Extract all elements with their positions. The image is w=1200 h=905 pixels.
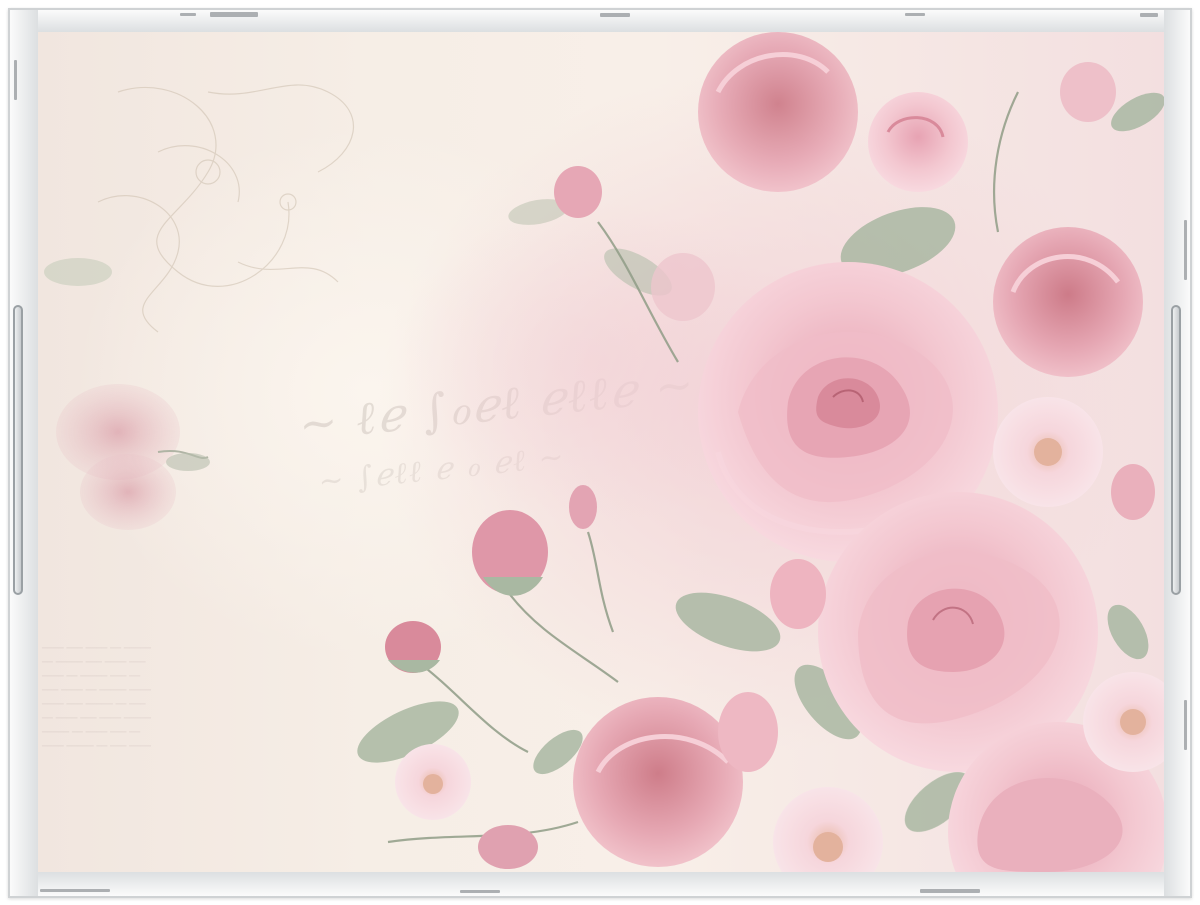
tray-handle-right bbox=[1171, 305, 1181, 595]
rose-bud bbox=[569, 485, 597, 529]
worn-paint-speck bbox=[1184, 220, 1187, 280]
blossom-flower bbox=[395, 744, 471, 820]
rose-bud bbox=[651, 253, 715, 321]
tray-handle-left bbox=[13, 305, 23, 595]
faded-rose-left bbox=[44, 258, 210, 530]
rose-bud bbox=[385, 621, 441, 673]
pink-flower-right bbox=[993, 227, 1143, 377]
worn-paint-speck bbox=[210, 12, 258, 17]
tray-rim-bottom bbox=[10, 872, 1190, 896]
worn-paint-speck bbox=[460, 890, 500, 893]
blossom-flower bbox=[993, 397, 1103, 507]
rose-bud bbox=[770, 559, 826, 629]
worn-paint-speck bbox=[40, 889, 110, 892]
rose-bud bbox=[478, 825, 538, 869]
pink-flower-top bbox=[698, 32, 858, 192]
rose-top-right bbox=[868, 92, 968, 192]
ornamental-swirl bbox=[97, 84, 355, 333]
blossom-flower bbox=[773, 787, 883, 872]
rose-bud bbox=[1060, 62, 1116, 122]
floral-print-surface: ~ ℓℯ ∫ℴℯℓ ℯℓℓℯ ~ ~ ∫ℯℓℓ ℯ ℴ ℯℓ ~ ──── ──… bbox=[38, 32, 1164, 872]
rose-bud bbox=[554, 166, 602, 218]
worn-paint-speck bbox=[920, 889, 980, 893]
pink-flower-lower bbox=[573, 697, 743, 867]
worn-paint-speck bbox=[180, 13, 196, 16]
rose-bud bbox=[1111, 464, 1155, 520]
rose-bud bbox=[718, 692, 778, 772]
worn-paint-speck bbox=[600, 13, 630, 17]
rose-bouquet-illustration bbox=[44, 32, 1164, 872]
worn-paint-speck bbox=[1140, 13, 1158, 17]
worn-paint-speck bbox=[1184, 700, 1187, 750]
worn-paint-speck bbox=[14, 60, 17, 100]
worn-paint-speck bbox=[905, 13, 925, 16]
